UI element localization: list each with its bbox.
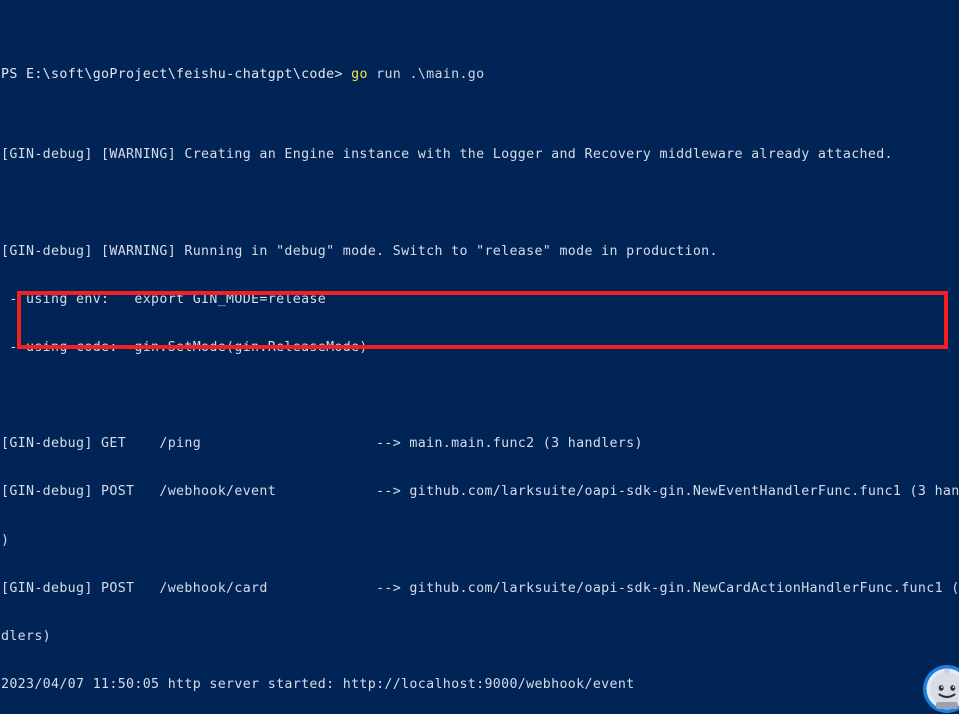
- log-line: ): [1, 532, 10, 548]
- log-line: [GIN-debug] [WARNING] Running in "debug"…: [1, 243, 718, 259]
- prompt-path: E:\soft\goProject\feishu-chatgpt\code: [26, 67, 335, 83]
- log-line-blank: [1, 196, 959, 212]
- assistant-robot-avatar[interactable]: [921, 663, 959, 714]
- log-line: - using code: gin.SetMode(gin.ReleaseMod…: [1, 339, 368, 355]
- console-output[interactable]: PS E:\soft\goProject\feishu-chatgpt\code…: [0, 0, 959, 714]
- prompt-line: PS E:\soft\goProject\feishu-chatgpt\code…: [1, 67, 959, 83]
- prompt-caret: >: [334, 67, 352, 83]
- log-line: dlers): [1, 628, 52, 644]
- log-line: [GIN-debug] GET /ping --> main.main.func…: [1, 436, 643, 452]
- command-name: go: [351, 67, 368, 83]
- log-line: - using env: export GIN_MODE=release: [1, 291, 327, 307]
- powershell-console-window[interactable]: PS E:\soft\goProject\feishu-chatgpt\code…: [0, 0, 959, 714]
- log-line: 2023/04/07 11:50:05 http server started:…: [1, 676, 635, 692]
- log-line: [GIN-debug] POST /webhook/card --> githu…: [1, 580, 959, 596]
- robot-icon: [923, 665, 959, 713]
- log-line: [GIN-debug] [WARNING] Creating an Engine…: [1, 147, 893, 163]
- log-line-blank: [1, 388, 959, 404]
- log-line: [GIN-debug] POST /webhook/event --> gith…: [1, 484, 959, 500]
- command-arguments: run .\main.go: [367, 67, 485, 83]
- prompt-prefix: PS: [1, 67, 27, 83]
